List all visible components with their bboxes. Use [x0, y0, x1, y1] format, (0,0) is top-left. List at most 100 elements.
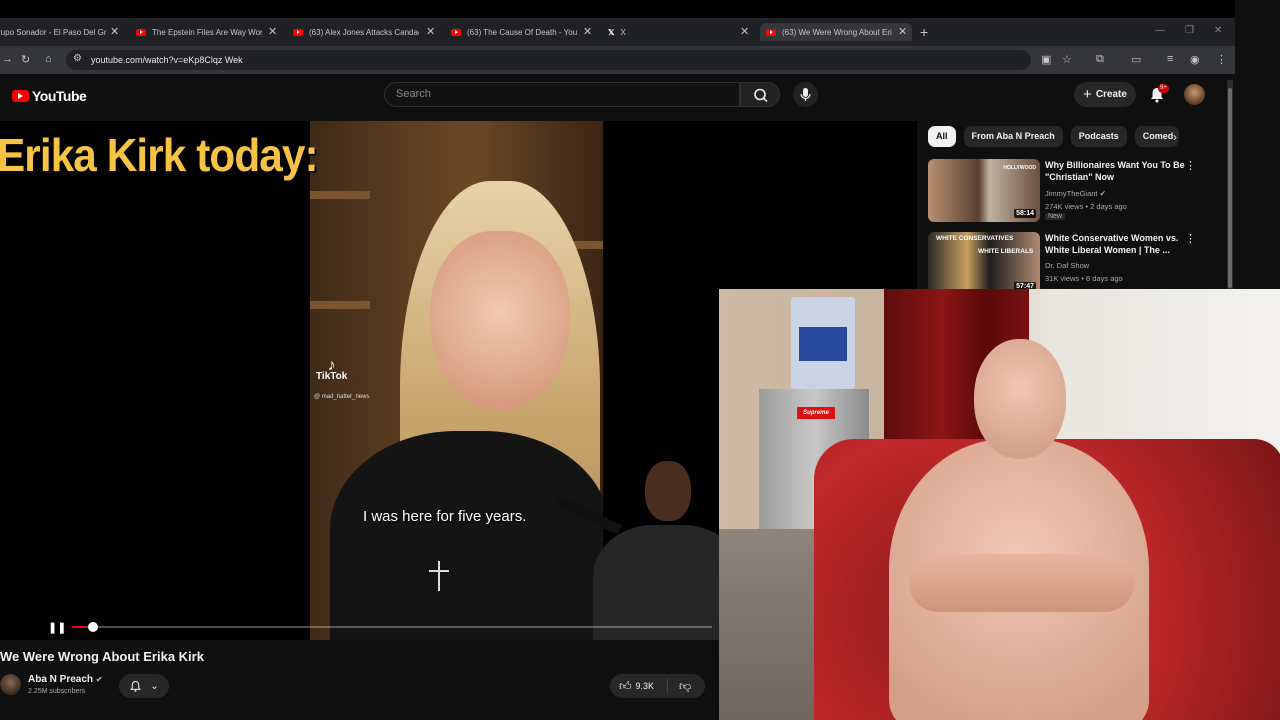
tab-close-icon[interactable]: ✕	[110, 25, 119, 39]
man-head	[645, 461, 691, 521]
bell-icon	[130, 680, 142, 692]
tab-close-icon[interactable]: ✕	[740, 25, 749, 39]
subscribed-notify-button[interactable]: ⌄	[119, 674, 169, 698]
chip-podcasts[interactable]: Podcasts	[1070, 126, 1127, 147]
search-button[interactable]	[740, 82, 780, 107]
thumbs-up-icon: 👍︎	[619, 678, 632, 693]
channel-name[interactable]: Aba N Preach ✔	[28, 674, 103, 685]
more-actions-kebab-icon[interactable]: ⋮	[1185, 232, 1196, 245]
person-head	[974, 339, 1066, 459]
drink-case	[791, 297, 855, 389]
home-icon[interactable]: ⌂	[45, 53, 52, 65]
cross-necklace-bar	[429, 570, 449, 572]
create-label: Create	[1095, 89, 1127, 100]
thumbnail-overlay-text: HOLLYWOOD	[1003, 165, 1036, 171]
tab-close-icon[interactable]: ✕	[426, 25, 435, 39]
forward-icon[interactable]: →	[2, 53, 13, 65]
recommendation-channel[interactable]: Dr. Daf Show	[1045, 261, 1089, 270]
video-subtitle: I was here for five years.	[363, 508, 527, 525]
tab-label: The Epstein Files Are Way Wors	[152, 27, 262, 37]
youtube-favicon-icon	[766, 28, 776, 36]
tab-6-active[interactable]: (63) We Were Wrong About Eri	[760, 23, 912, 41]
woman-face	[430, 231, 570, 411]
video-headline-caption: Erika Kirk today:	[0, 129, 319, 181]
tiktok-watermark: ♪ TikTok	[316, 357, 348, 383]
progress-scrubber[interactable]	[87, 622, 98, 632]
url-field[interactable]: youtube.com/watch?v=eKp8Clqz Wek	[66, 50, 1031, 70]
pause-icon[interactable]: ❚❚	[48, 621, 66, 634]
more-actions-kebab-icon[interactable]: ⋮	[1185, 159, 1196, 172]
like-button[interactable]: 👍︎ 9.3K	[610, 679, 668, 693]
recommendation-title[interactable]: White Conservative Women vs. White Liber…	[1045, 232, 1185, 256]
verified-badge-icon: ✔	[95, 675, 103, 684]
extensions-icon[interactable]: ⧉	[1096, 53, 1104, 66]
youtube-favicon-icon	[136, 28, 146, 36]
tab-4[interactable]: (63) The Cause Of Death - YouT	[451, 23, 581, 41]
tab-3[interactable]: (63) Alex Jones Attacks Candac	[293, 23, 423, 41]
scrollbar-thumb[interactable]	[1228, 88, 1232, 288]
progress-track[interactable]	[72, 626, 712, 628]
minimize-icon[interactable]: —	[1155, 25, 1165, 36]
youtube-favicon-icon	[451, 28, 461, 36]
tab-close-icon[interactable]: ✕	[898, 25, 907, 39]
tab-close-icon[interactable]: ✕	[583, 25, 592, 39]
youtube-favicon-icon	[293, 28, 303, 36]
bookmark-star-icon[interactable]: ☆	[1062, 53, 1072, 66]
video-frame-man	[553, 455, 723, 640]
channel-name-text: Aba N Preach	[28, 674, 94, 685]
chip-from-channel[interactable]: From Aba N Preach	[963, 126, 1063, 147]
account-avatar[interactable]	[1184, 84, 1205, 105]
voice-search-button[interactable]	[793, 82, 818, 107]
thumbs-down-icon: 👎︎	[679, 678, 692, 693]
recommendation-meta: 31K views • 6 days ago	[1045, 274, 1123, 283]
filter-chips: All From Aba N Preach Podcasts Comed	[928, 126, 1179, 147]
window-top-strip	[0, 0, 1235, 18]
logo-text: YouTube	[32, 88, 87, 104]
shelf	[310, 191, 370, 199]
new-badge: New	[1045, 213, 1066, 220]
search-input[interactable]: Search	[384, 82, 740, 107]
like-count: 9.3K	[635, 681, 655, 691]
video-thumbnail[interactable]: HOLLYWOOD 58:14	[928, 159, 1040, 222]
menu-kebab-icon[interactable]: ⋮	[1216, 53, 1227, 66]
chip-all[interactable]: All	[928, 126, 956, 147]
duration-badge: 58:14	[1014, 209, 1036, 218]
recommendation-channel[interactable]: JimmyTheGiant ✔	[1045, 189, 1106, 198]
tab-1[interactable]: rupo Sonador - El Paso Del Gr	[0, 23, 108, 41]
split-view-icon[interactable]: ▭	[1131, 53, 1141, 66]
recommendation-meta: 274K views • 2 days ago	[1045, 202, 1127, 211]
new-tab-icon[interactable]: +	[920, 24, 928, 40]
tab-close-icon[interactable]: ✕	[268, 25, 277, 39]
tab-2[interactable]: The Epstein Files Are Way Wors	[136, 23, 266, 41]
tiktok-brand: TikTok	[316, 371, 348, 382]
tab-label: X	[620, 27, 626, 37]
site-info-icon[interactable]: ⚙	[73, 53, 82, 64]
youtube-logo[interactable]: YouTube	[12, 88, 87, 104]
mic-arm	[554, 495, 622, 535]
video-thumbnail[interactable]: WHITE CONSERVATIVES WHITE LIBERALS 57:47	[928, 232, 1040, 295]
webcam-overlay: Supreme	[719, 289, 1280, 720]
notification-count-badge: 9+	[1158, 84, 1169, 93]
restore-icon[interactable]: ❐	[1185, 25, 1194, 36]
supreme-sticker: Supreme	[797, 407, 835, 419]
create-button[interactable]: + Create	[1074, 82, 1136, 107]
verified-badge-icon: ✔	[1099, 189, 1106, 198]
dislike-button[interactable]: 👎︎	[668, 679, 691, 694]
crossed-arms	[909, 554, 1134, 612]
chevron-right-icon[interactable]: ›	[1173, 130, 1177, 144]
recommendation-title[interactable]: Why Billionaires Want You To Be "Christi…	[1045, 159, 1185, 183]
reload-icon[interactable]: ↻	[21, 53, 30, 66]
chevron-down-icon: ⌄	[150, 680, 159, 692]
install-icon[interactable]: ▣	[1041, 53, 1051, 66]
media-icon[interactable]: ≡	[1167, 53, 1173, 65]
close-window-icon[interactable]: ✕	[1214, 25, 1222, 36]
profile-icon[interactable]: ◉	[1190, 53, 1200, 66]
tab-5[interactable]: 𝕏X	[608, 23, 738, 41]
tiktok-note-icon: ♪	[327, 357, 336, 374]
youtube-play-logo-icon	[12, 90, 29, 102]
recommendation-item[interactable]: HOLLYWOOD 58:14 Why Billionaires Want Yo…	[928, 159, 1228, 229]
video-title: We Were Wrong About Erika Kirk	[0, 649, 204, 664]
screen: rupo Sonador - El Paso Del Gr ✕ The Epst…	[0, 0, 1280, 720]
channel-avatar[interactable]	[0, 674, 21, 695]
microphone-icon	[800, 88, 811, 101]
